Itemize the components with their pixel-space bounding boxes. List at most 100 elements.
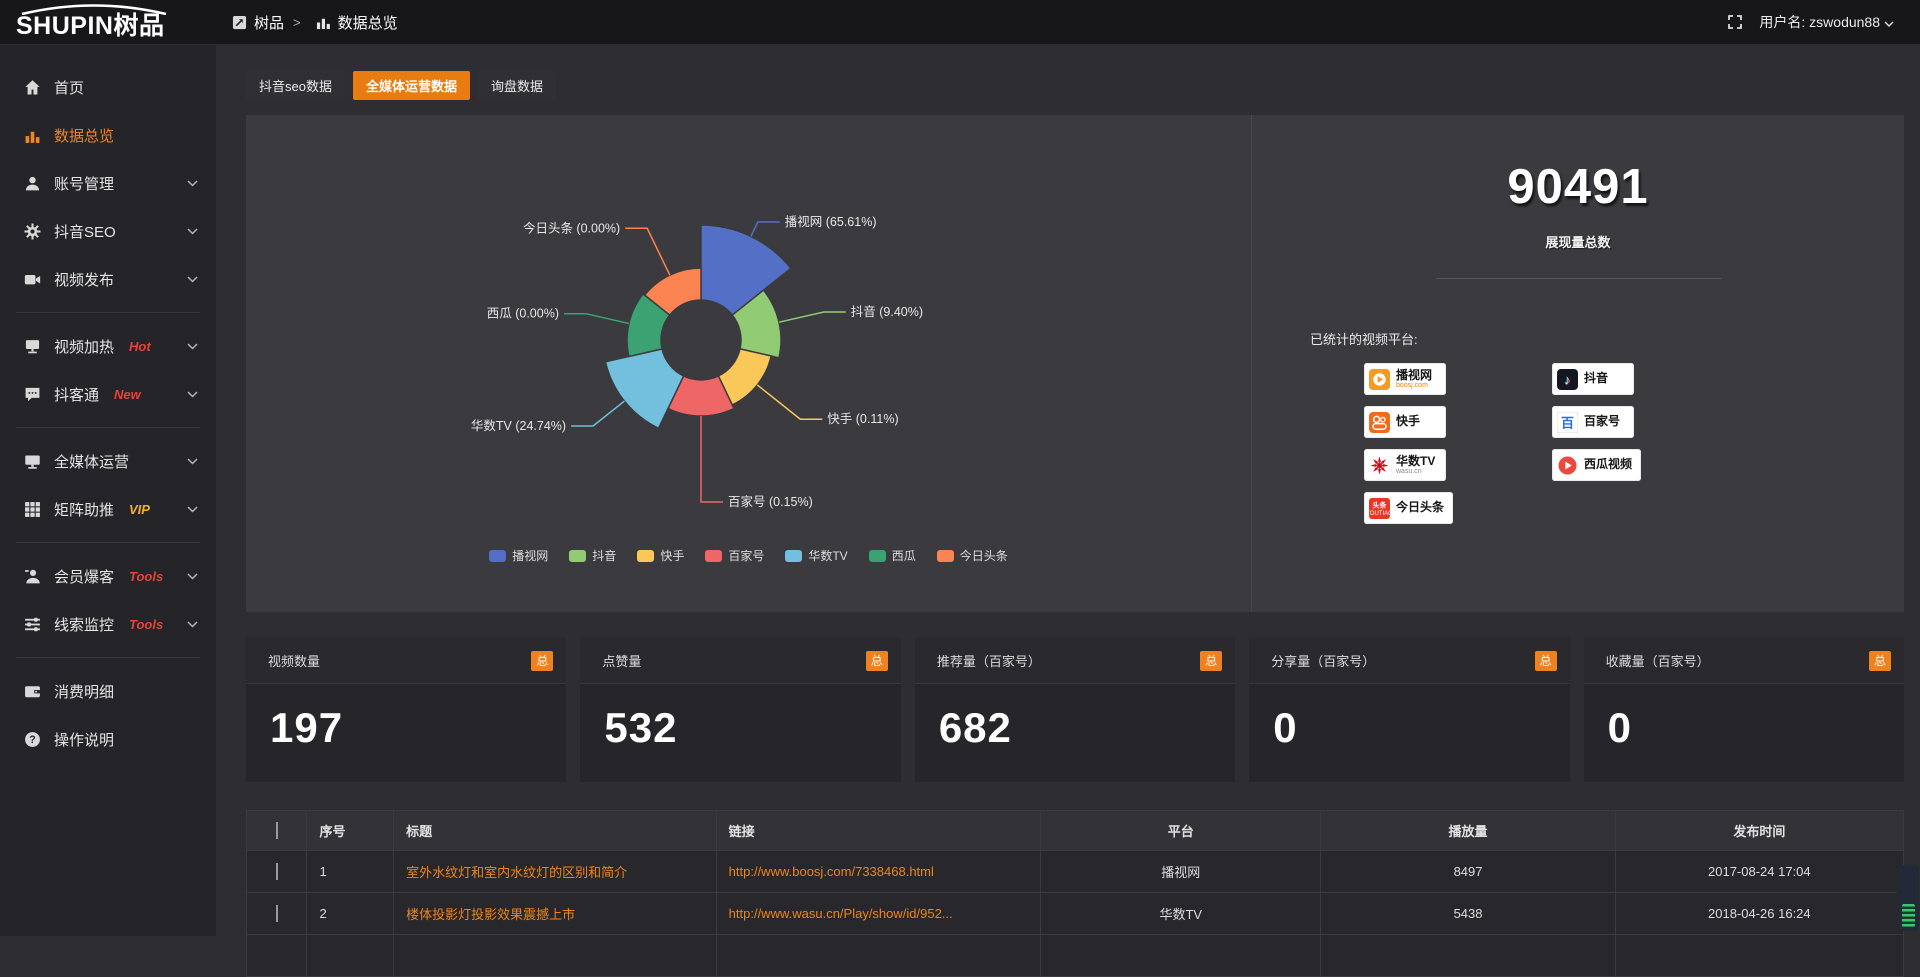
stat-card-title: 收藏量（百家号） [1606, 651, 1710, 670]
legend-item-1[interactable]: 抖音 [569, 547, 616, 564]
sidebar-item-screen[interactable]: 视频加热Hot [0, 322, 216, 370]
legend-label: 播视网 [512, 547, 548, 564]
video-url-link[interactable]: http://www.boosj.com/7338468.html [729, 864, 934, 879]
rose-pie-chart: 播视网 (65.61%) 抖音 (9.40%) 快手 (0.11%) 百家号 (… [246, 115, 1252, 612]
home-icon [24, 79, 41, 96]
platform-name: 华数TV [1396, 455, 1435, 468]
pie-label-2: 快手 (0.11%) [827, 412, 898, 426]
tab-1[interactable]: 全媒体运营数据 [353, 71, 470, 100]
stat-card-value: 682 [915, 684, 1235, 752]
chevron-down-icon [187, 506, 198, 513]
chevron-down-icon [187, 276, 198, 283]
platform-badge-douyin: ♪♪♪ 抖音 [1552, 363, 1634, 395]
pie-label-0: 播视网 (65.61%) [785, 214, 877, 229]
sidebar-item-home[interactable]: 首页 [0, 63, 216, 111]
green-stripe-icon [1902, 904, 1915, 927]
sidebar-item-gear[interactable]: 抖音SEO [0, 207, 216, 255]
tab-2[interactable]: 询盘数据 [478, 71, 556, 100]
video-url-link[interactable]: http://www.wasu.cn/Play/show/id/952... [729, 906, 953, 921]
column-header-2[interactable]: 链接 [716, 811, 1041, 851]
platforms-title: 已统计的视频平台: [1310, 329, 1418, 348]
stat-card-value: 0 [1249, 684, 1569, 752]
legend-item-5[interactable]: 西瓜 [869, 547, 916, 564]
chart-panel: 播视网 (65.61%) 抖音 (9.40%) 快手 (0.11%) 百家号 (… [246, 115, 1904, 612]
camera-icon [24, 271, 41, 288]
sidebar-item-chart[interactable]: 数据总览 [0, 111, 216, 159]
legend-item-0[interactable]: 播视网 [489, 547, 548, 564]
tab-0[interactable]: 抖音seo数据 [246, 71, 345, 100]
member-icon [24, 568, 41, 585]
summary-panel: 90491 展现量总数 已统计的视频平台: 播视网boosj.com♪♪♪ 抖音… [1252, 115, 1904, 612]
douyin-logo-icon: ♪♪♪ [1557, 369, 1578, 390]
svg-text:?: ? [29, 734, 35, 746]
legend-item-4[interactable]: 华数TV [785, 547, 847, 564]
legend-chip [489, 550, 506, 562]
legend-chip [869, 550, 886, 562]
sidebar-item-tag: Tools [129, 617, 163, 632]
sidebar-item-label: 消费明细 [54, 681, 114, 702]
platform-name: 百家号 [1584, 415, 1620, 428]
username-menu[interactable]: 用户名: zswodun88 [1759, 12, 1894, 32]
column-header-4[interactable]: 播放量 [1321, 811, 1615, 851]
floating-widget[interactable] [1897, 865, 1919, 931]
breadcrumb-current[interactable]: 数据总览 [338, 12, 398, 33]
column-header-1[interactable]: 标题 [394, 811, 717, 851]
sidebar-item-label: 抖音SEO [54, 221, 116, 242]
sidebar-item-grid[interactable]: 矩阵助推VIP [0, 485, 216, 533]
pie-label-6: 今日头条 (0.00%) [523, 220, 620, 235]
row-checkbox[interactable] [276, 905, 278, 922]
sidebar-item-label: 账号管理 [54, 173, 114, 194]
row-checkbox[interactable] [276, 863, 278, 880]
legend-item-2[interactable]: 快手 [637, 547, 684, 564]
stat-cards-row: 视频数量 总 197 点赞量 总 532 推荐量（百家号） 总 682 分享量（… [246, 638, 1904, 782]
stat-card-3: 分享量（百家号） 总 0 [1249, 638, 1569, 782]
svg-text:百: 百 [1561, 415, 1574, 430]
sidebar-item-chat[interactable]: 抖客通New [0, 370, 216, 418]
pie-slice-4[interactable] [606, 349, 684, 428]
video-title-link[interactable]: 室外水纹灯和室内水纹灯的区别和简介 [406, 865, 627, 880]
sidebar-item-monitor[interactable]: 全媒体运营 [0, 437, 216, 485]
sidebar-item-question[interactable]: ?操作说明 [0, 715, 216, 763]
sidebar-item-label: 全媒体运营 [54, 451, 129, 472]
total-badge: 总 [1869, 651, 1891, 671]
fullscreen-icon[interactable] [1727, 14, 1743, 30]
column-header-0[interactable]: 序号 [307, 811, 394, 851]
sidebar-item-user[interactable]: 账号管理 [0, 159, 216, 207]
sidebar-item-wallet[interactable]: 消费明细 [0, 667, 216, 715]
pie-label-line-4 [571, 401, 624, 426]
sidebar: 首页数据总览账号管理抖音SEO 视频发布视频加热Hot抖客通New 全媒体运营矩阵助… [0, 45, 216, 936]
sidebar-item-tag: Hot [129, 339, 151, 354]
column-header-5[interactable]: 发布时间 [1615, 811, 1903, 851]
video-title-link[interactable]: 楼体投影灯投影效果震撼上市 [406, 907, 575, 922]
pie-label-5: 西瓜 (0.00%) [487, 307, 559, 321]
pie-label-3: 百家号 (0.15%) [728, 494, 813, 509]
sidebar-item-camera[interactable]: 视频发布 [0, 255, 216, 303]
xigua-logo-icon [1557, 455, 1578, 476]
column-header-3[interactable]: 平台 [1041, 811, 1321, 851]
chevron-down-icon [1884, 14, 1894, 30]
cell-link: http://www.boosj.com/7338468.html [716, 851, 1041, 893]
breadcrumb-root[interactable]: 树品 [254, 12, 284, 33]
sidebar-item-member[interactable]: 会员爆客Tools [0, 552, 216, 600]
sliders-icon [24, 616, 41, 633]
sidebar-divider [16, 427, 200, 428]
table-row-partial [247, 935, 1904, 977]
select-all-checkbox[interactable] [276, 822, 278, 839]
legend-label: 今日头条 [960, 547, 1008, 564]
row-checkbox-cell [247, 851, 307, 893]
stat-card-2: 推荐量（百家号） 总 682 [915, 638, 1235, 782]
pie-slice-0[interactable] [701, 225, 791, 315]
sidebar-item-sliders[interactable]: 线索监控Tools [0, 600, 216, 648]
gear-icon [24, 223, 41, 240]
platform-name: 快手 [1396, 415, 1420, 428]
sidebar-item-label: 抖客通 [54, 384, 99, 405]
legend-item-3[interactable]: 百家号 [705, 547, 764, 564]
stat-card-title: 分享量（百家号） [1271, 651, 1375, 670]
platform-badge-baijiahao: 百 百家号 [1552, 406, 1634, 438]
pie-label-1: 抖音 (9.40%) [851, 304, 923, 319]
chevron-down-icon [187, 573, 198, 580]
total-badge: 总 [1200, 651, 1222, 671]
rose-chart-area: 播视网 (65.61%) 抖音 (9.40%) 快手 (0.11%) 百家号 (… [246, 115, 1252, 612]
sidebar-item-label: 视频发布 [54, 269, 114, 290]
legend-item-6[interactable]: 今日头条 [937, 547, 1008, 564]
